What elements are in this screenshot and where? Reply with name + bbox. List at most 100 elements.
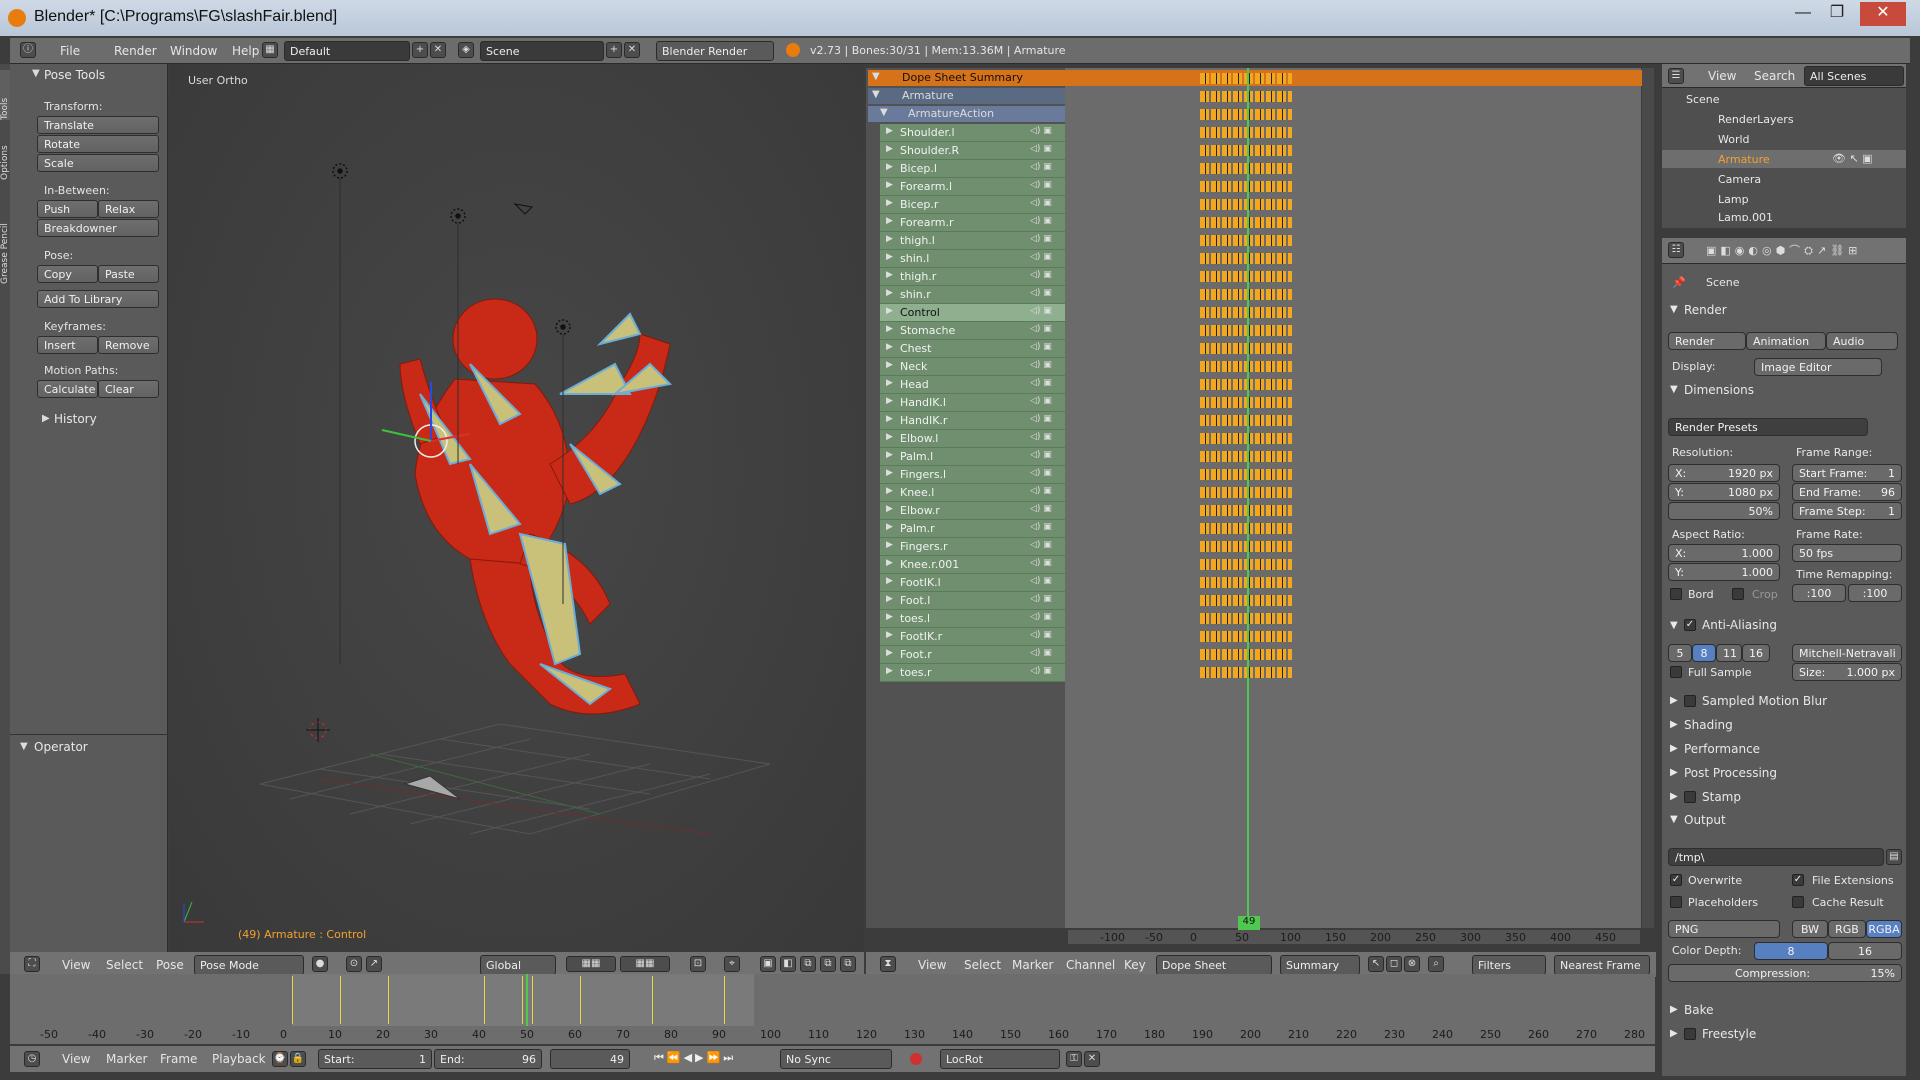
object-row[interactable]: ▼ Armature <box>868 88 1065 104</box>
keyframe-strip[interactable] <box>1200 505 1292 516</box>
translate-button[interactable]: Translate <box>37 116 159 134</box>
channel-row[interactable]: ▶ FootIK.r ◁) ▣ <box>880 628 1065 646</box>
resolution-y-field[interactable]: Y: 1080 px <box>1668 483 1780 501</box>
placeholders-checkbox[interactable] <box>1670 896 1682 908</box>
aa-samples-5[interactable]: 5 <box>1668 644 1692 662</box>
current-frame-field[interactable]: 49 <box>550 1049 630 1069</box>
playback-controls[interactable]: ⏮⏪◀▶⏩⏭ <box>654 1051 758 1065</box>
menu-marker[interactable]: Marker <box>1012 958 1053 972</box>
aa-samples-8[interactable]: 8 <box>1692 644 1716 662</box>
collapsed-panel-title[interactable]: Post Processing <box>1684 766 1777 780</box>
expand-arrow-icon[interactable]: ▶ <box>886 558 893 568</box>
keyframe-strip[interactable] <box>1200 613 1292 624</box>
collapse-arrow-icon[interactable]: ▼ <box>32 68 40 79</box>
freestyle-panel-title[interactable]: Freestyle <box>1702 1027 1756 1041</box>
expand-arrow-icon[interactable]: ▶ <box>886 288 893 298</box>
mute-lock-icons[interactable]: ◁) ▣ <box>1030 540 1052 550</box>
editor-type-icon[interactable]: ◷ <box>24 1051 40 1067</box>
keying-set-field[interactable]: LocRot <box>940 1049 1060 1069</box>
expand-arrow-icon[interactable]: ▶ <box>1670 719 1678 730</box>
add-layout-icon[interactable]: + <box>412 42 428 58</box>
mute-lock-icons[interactable]: ◁) ▣ <box>1030 666 1052 676</box>
mute-lock-icons[interactable]: ◁) ▣ <box>1030 378 1052 388</box>
expand-arrow-icon[interactable]: ▶ <box>886 126 893 136</box>
paste-pose-button[interactable]: Paste <box>98 265 159 283</box>
aa-samples-16[interactable]: 16 <box>1742 644 1770 662</box>
outliner-item-camera[interactable]: Camera <box>1718 173 1761 186</box>
insert-key-icon[interactable]: ⚿ <box>1066 1051 1082 1067</box>
display-mode-dropdown[interactable]: All Scenes <box>1804 66 1904 86</box>
menu-window[interactable]: Window <box>170 44 217 58</box>
lock-range-icon[interactable]: 🔒 <box>290 1051 306 1067</box>
viewport-scene[interactable] <box>170 64 864 952</box>
render-engine-dropdown[interactable]: Blender Render <box>656 41 774 61</box>
menu-marker[interactable]: Marker <box>106 1052 147 1066</box>
channel-row[interactable]: ▶ Elbow.r ◁) ▣ <box>880 502 1065 520</box>
mute-lock-icons[interactable]: ◁) ▣ <box>1030 252 1052 262</box>
expand-arrow-icon[interactable]: ▶ <box>886 180 893 190</box>
expand-arrow-icon[interactable]: ▶ <box>1670 695 1678 706</box>
keyframe-strip[interactable] <box>1200 217 1292 228</box>
keyframe-strip[interactable] <box>1200 397 1292 408</box>
editor-type-icon[interactable]: ⧗ <box>880 956 896 972</box>
preview-range-icon[interactable]: ⌚ <box>272 1051 288 1067</box>
timeline-keyframe-marker[interactable] <box>522 976 524 1024</box>
snap-dropdown[interactable]: Nearest Frame <box>1554 955 1650 975</box>
keyframe-strip[interactable] <box>1200 451 1292 462</box>
mute-lock-icons[interactable]: ◁) ▣ <box>1030 162 1052 172</box>
full-sample-checkbox[interactable] <box>1670 666 1682 678</box>
mute-lock-icons[interactable]: ◁) ▣ <box>1030 306 1052 316</box>
show-errors-icon[interactable]: ⊗ <box>1404 956 1420 972</box>
channel-row[interactable]: ▶ Forearm.l ◁) ▣ <box>880 178 1065 196</box>
timeline-keyframe-marker[interactable] <box>292 976 293 1024</box>
channel-row[interactable]: ▶ Fingers.r ◁) ▣ <box>880 538 1065 556</box>
menu-view[interactable]: View <box>918 958 946 972</box>
screen-layout-field[interactable]: Default <box>284 41 410 61</box>
menu-playback[interactable]: Playback <box>212 1052 266 1066</box>
expand-arrow-icon[interactable]: ▶ <box>1670 1004 1678 1015</box>
mute-lock-icons[interactable]: ◁) ▣ <box>1030 522 1052 532</box>
collapsed-panel-title[interactable]: Shading <box>1684 718 1733 732</box>
channel-row[interactable]: ▶ Neck ◁) ▣ <box>880 358 1065 376</box>
rgb-button[interactable]: RGB <box>1828 920 1866 938</box>
freestyle-checkbox[interactable] <box>1684 1028 1696 1040</box>
remap-new-field[interactable]: :100 <box>1848 584 1902 602</box>
aa-filter-dropdown[interactable]: Mitchell-Netravali <box>1792 644 1902 662</box>
channel-row[interactable]: ▶ Shoulder.R ◁) ▣ <box>880 142 1065 160</box>
keyframe-strip[interactable] <box>1200 271 1292 282</box>
dimensions-panel-title[interactable]: Dimensions <box>1684 383 1754 397</box>
menu-render[interactable]: Render <box>114 44 157 58</box>
mute-lock-icons[interactable]: ◁) ▣ <box>1030 144 1052 154</box>
scene-field[interactable]: Scene <box>480 41 604 61</box>
collapse-arrow-icon[interactable]: ▼ <box>872 89 880 100</box>
cache-result-checkbox[interactable] <box>1792 896 1804 908</box>
border-checkbox[interactable] <box>1670 588 1682 600</box>
channel-row[interactable]: ▶ Palm.l ◁) ▣ <box>880 448 1065 466</box>
rgba-button[interactable]: RGBA <box>1866 920 1902 938</box>
camera-render-icon[interactable]: ◧ <box>780 956 796 972</box>
panel-enable-checkbox[interactable] <box>1684 791 1696 803</box>
expand-arrow-icon[interactable]: ▶ <box>886 144 893 154</box>
expand-arrow-icon[interactable]: ▶ <box>886 306 893 316</box>
close-icon[interactable]: ✕ <box>1860 2 1906 26</box>
filters-button[interactable]: Filters <box>1472 955 1546 975</box>
channel-row[interactable]: ▶ HandIK.r ◁) ▣ <box>880 412 1065 430</box>
keyframe-strip[interactable] <box>1200 667 1292 678</box>
keyframe-strip[interactable] <box>1200 415 1292 426</box>
delete-layout-icon[interactable]: ✕ <box>430 42 446 58</box>
visibility-icons[interactable]: 👁 ↖ ▣ <box>1832 152 1896 166</box>
keyframe-strip[interactable] <box>1200 559 1292 570</box>
start-frame-field[interactable]: Start: 1 <box>318 1049 432 1069</box>
menu-channel[interactable]: Channel <box>1066 958 1115 972</box>
end-frame-field[interactable]: End: 96 <box>434 1049 542 1069</box>
keyframe-strip[interactable] <box>1200 541 1292 552</box>
maximize-icon[interactable]: ❐ <box>1820 2 1854 26</box>
mute-lock-icons[interactable]: ◁) ▣ <box>1030 234 1052 244</box>
timeline-keyframe-marker[interactable] <box>340 976 341 1024</box>
object-keyframe-strip[interactable] <box>1200 91 1292 102</box>
keyframe-strip[interactable] <box>1200 343 1292 354</box>
expand-arrow-icon[interactable]: ▶ <box>1670 1028 1678 1039</box>
channel-row[interactable]: ▶ shin.r ◁) ▣ <box>880 286 1065 304</box>
keyframe-strip[interactable] <box>1200 649 1292 660</box>
keyframe-strip[interactable] <box>1200 289 1292 300</box>
